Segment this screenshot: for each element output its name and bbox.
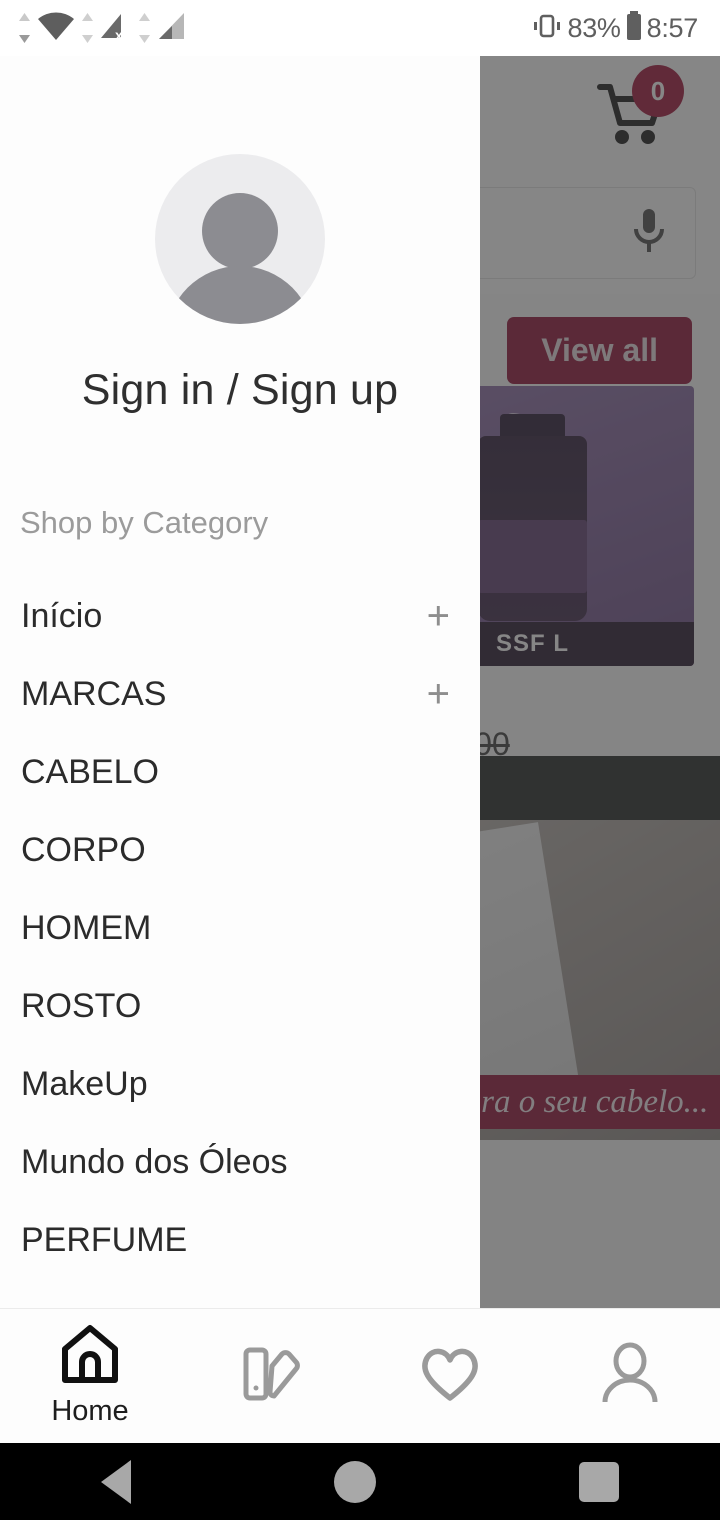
battery-icon [625, 10, 643, 47]
bottom-nav-categories[interactable] [180, 1342, 360, 1411]
shop-by-category-header: Shop by Category [20, 505, 269, 540]
drawer-item-homem[interactable]: HOMEM [0, 889, 480, 967]
home-circle-icon[interactable] [333, 1460, 376, 1503]
svg-text:x: x [115, 27, 123, 42]
android-navigation-bar [0, 1443, 720, 1520]
categories-icon [238, 1342, 302, 1411]
wifi-icon [36, 10, 76, 47]
recents-square-icon[interactable] [578, 1461, 619, 1502]
drawer-item-label: CORPO [21, 830, 146, 869]
status-bar-right: 83% 8:57 [530, 10, 699, 47]
bottom-nav-wishlist[interactable] [360, 1344, 540, 1409]
drawer-item-corpo[interactable]: CORPO [0, 811, 480, 889]
bottom-nav-account[interactable] [540, 1342, 720, 1411]
avatar-body-shape [166, 266, 314, 324]
drawer-item-marcas[interactable]: MARCAS + [0, 655, 480, 733]
back-triangle-icon[interactable] [101, 1459, 132, 1504]
drawer-item-label: PERFUME [21, 1220, 188, 1259]
drawer-item-label: ROSTO [21, 986, 142, 1025]
heart-icon [417, 1344, 483, 1409]
avatar-head-shape [202, 193, 278, 270]
drawer-item-rosto[interactable]: ROSTO [0, 967, 480, 1045]
bottom-navigation-bar: Home [0, 1308, 720, 1443]
expand-plus-icon[interactable]: + [427, 674, 450, 714]
clock-label: 8:57 [646, 12, 699, 43]
drawer-item-inicio[interactable]: Início + [0, 577, 480, 655]
drawer-item-label: MakeUp [21, 1064, 148, 1103]
data-transfer-arrows-icon-2 [81, 13, 94, 43]
drawer-item-cabelo[interactable]: CABELO [0, 733, 480, 811]
signal-no-sim-icon: x [99, 10, 133, 47]
drawer-item-perfume[interactable]: PERFUME [0, 1201, 480, 1279]
drawer-menu-list: Início + MARCAS + CABELO CORPO HOMEM ROS… [0, 577, 480, 1279]
bottom-nav-home-label: Home [51, 1395, 129, 1427]
drawer-item-label: Início [21, 596, 103, 635]
data-transfer-arrows-icon-3 [138, 13, 151, 43]
drawer-item-label: HOMEM [21, 908, 152, 947]
drawer-item-label: CABELO [21, 752, 159, 791]
default-avatar-icon[interactable] [155, 154, 325, 324]
vibrate-icon [530, 11, 564, 46]
account-icon [600, 1342, 660, 1411]
drawer-item-makeup[interactable]: MakeUp [0, 1045, 480, 1123]
home-icon [57, 1324, 123, 1389]
drawer-item-label: Mundo dos Óleos [21, 1142, 288, 1181]
drawer-item-label: MARCAS [21, 674, 167, 713]
status-bar-left: x [18, 10, 188, 47]
signal-icon [156, 10, 188, 47]
battery-percent-label: 83% [567, 12, 621, 43]
data-transfer-arrows-icon [18, 13, 31, 43]
sign-in-sign-up-link[interactable]: Sign in / Sign up [0, 366, 480, 415]
navigation-drawer: Sign in / Sign up Shop by Category Iníci… [0, 56, 480, 1308]
expand-plus-icon[interactable]: + [427, 596, 450, 636]
bottom-nav-home[interactable]: Home [0, 1324, 180, 1428]
status-bar: x 83% 8:57 [0, 0, 720, 56]
drawer-item-mundo-dos-oleos[interactable]: Mundo dos Óleos [0, 1123, 480, 1201]
